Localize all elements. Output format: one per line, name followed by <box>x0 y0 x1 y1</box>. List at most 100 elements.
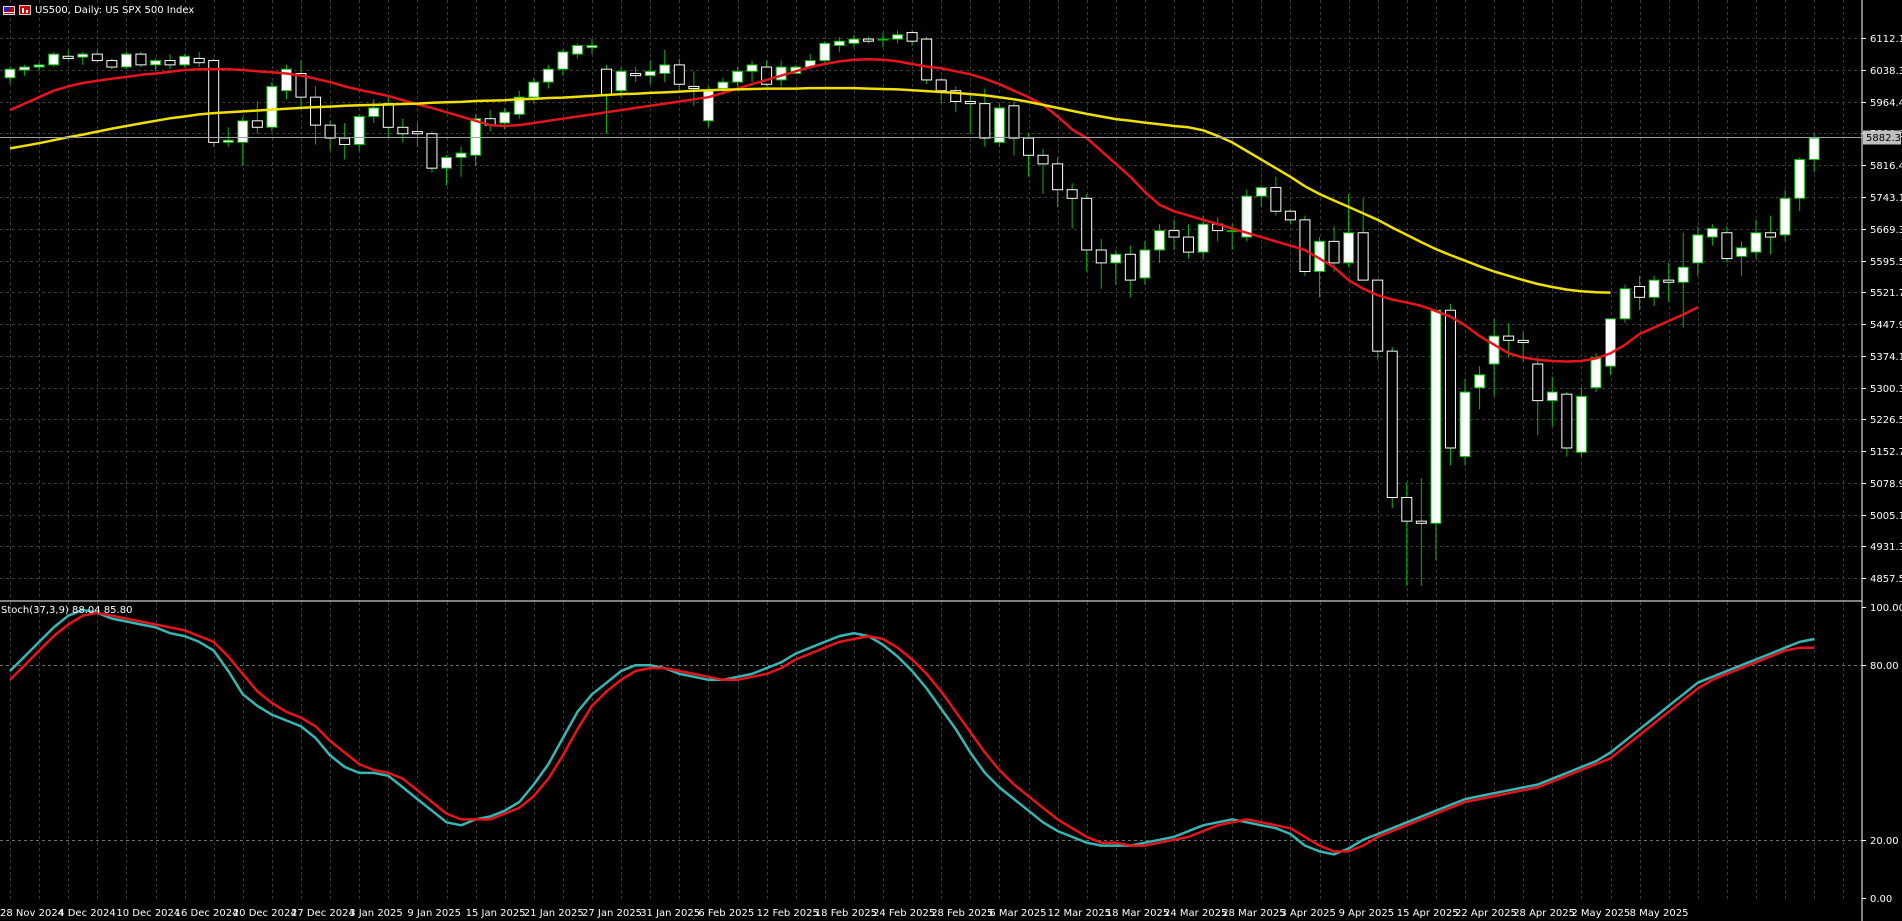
candle-body <box>1124 253 1136 281</box>
candle-body <box>819 42 831 62</box>
candle-body <box>1284 210 1296 221</box>
date-label: 3 Jan 2025 <box>349 908 403 919</box>
candle-body <box>732 70 743 83</box>
candle-body <box>659 64 671 74</box>
candle-body <box>353 116 365 146</box>
price-tick-label: 5964.4 <box>1870 98 1902 109</box>
date-label: 22 Apr 2025 <box>1455 908 1517 919</box>
candle-body <box>19 66 31 71</box>
candle-body <box>557 51 569 70</box>
date-label: 21 Jan 2025 <box>524 908 584 919</box>
candle-body <box>892 34 904 40</box>
candle-body <box>150 60 161 66</box>
stoch-tick-label: 20.00 <box>1870 836 1899 847</box>
price-tick-label: 4857.5 <box>1870 574 1902 585</box>
date-label: 2 May 2025 <box>1571 908 1630 919</box>
candle-body <box>455 152 467 158</box>
candle-body <box>91 53 103 62</box>
candle <box>1386 346 1398 509</box>
candle-body <box>688 85 700 90</box>
candle-body <box>1401 496 1413 522</box>
price-tick-label: 5447.9 <box>1870 320 1902 331</box>
date-label: 12 Mar 2025 <box>1048 908 1111 919</box>
candle-body <box>1255 187 1267 197</box>
candle-body <box>1735 247 1747 257</box>
candle-body <box>1561 393 1573 449</box>
candle-body <box>848 38 860 44</box>
candle-body <box>1474 374 1486 389</box>
candle-body <box>411 131 423 135</box>
candle-body <box>310 96 322 126</box>
date-label: 9 Apr 2025 <box>1339 908 1394 919</box>
date-label: 24 Mar 2025 <box>1164 908 1227 919</box>
candle-body <box>1386 350 1398 498</box>
date-label: 28 Feb 2025 <box>931 908 993 919</box>
candle-body <box>470 118 482 156</box>
candle-body <box>1634 286 1646 298</box>
price-tick-label: 5521.7 <box>1870 288 1902 299</box>
candle-body <box>120 53 132 68</box>
date-label: 6 Feb 2025 <box>698 908 754 919</box>
us-flag-icon <box>3 5 15 15</box>
candle-body <box>441 156 452 169</box>
date-label: 12 Feb 2025 <box>757 908 819 919</box>
candle-body <box>4 68 16 79</box>
candle-body <box>1590 357 1602 389</box>
candle-body <box>1037 154 1049 165</box>
date-label: 8 May 2025 <box>1630 908 1689 919</box>
date-label: 24 Feb 2025 <box>873 908 935 919</box>
candle <box>819 41 831 63</box>
price-tick-label: 5595.5 <box>1870 257 1902 268</box>
candle-body <box>542 68 554 83</box>
candle-body <box>1765 232 1777 238</box>
candle <box>266 82 278 132</box>
candle-body <box>237 120 249 143</box>
candle-body <box>1692 234 1704 264</box>
candle-body <box>1270 187 1282 212</box>
candle-body <box>673 64 685 85</box>
candle-body <box>1750 232 1762 253</box>
chart-window[interactable]: 6112.16038.35964.45890.65816.45743.15669… <box>0 0 1902 921</box>
candle-body <box>1153 230 1165 251</box>
candle <box>120 51 132 70</box>
candle-body <box>1357 232 1369 281</box>
candle-body <box>324 124 336 139</box>
candle-body <box>135 53 147 66</box>
candle-body <box>62 55 74 59</box>
candle-body <box>251 120 263 128</box>
chart-canvas[interactable]: 6112.16038.35964.45890.65816.45743.15669… <box>0 0 1902 921</box>
candle-body <box>193 57 205 64</box>
date-label: 27 Jan 2025 <box>582 908 642 919</box>
candle-body <box>601 68 613 96</box>
candle-body <box>935 79 947 92</box>
candle <box>1444 303 1456 466</box>
date-label: 28 Apr 2025 <box>1513 908 1575 919</box>
price-tick-label: 4931.3 <box>1870 542 1902 553</box>
candle-body <box>1779 197 1791 236</box>
candle-body <box>1444 309 1456 449</box>
chart-type-icon[interactable] <box>19 5 31 15</box>
date-label: 28 Mar 2025 <box>1222 908 1285 919</box>
chart-header: US500, Daily: US SPX 500 Index <box>0 0 194 20</box>
candle <box>1605 318 1616 375</box>
candle-body <box>1372 279 1384 352</box>
stoch-tick-label: 100.00 <box>1870 603 1902 614</box>
candle-body <box>630 72 642 77</box>
candle <box>993 103 1005 147</box>
candle-body <box>1110 253 1122 264</box>
candle-body <box>1023 137 1034 156</box>
price-tick-label: 5816.4 <box>1870 161 1902 172</box>
candle-body <box>1575 395 1587 453</box>
candle <box>1430 309 1442 560</box>
candle-body <box>921 38 933 81</box>
candle-body <box>1503 335 1515 341</box>
date-label: 4 Dec 2024 <box>58 908 116 919</box>
candle <box>921 36 933 85</box>
price-tick-label: 6112.1 <box>1870 34 1902 45</box>
candle <box>1575 387 1587 457</box>
price-tick-label: 5374.1 <box>1870 352 1902 363</box>
candle-body <box>339 137 351 146</box>
candle-body <box>1532 363 1544 402</box>
stoch-indicator-title: Stoch(37,3,9) 88.04 85.80 <box>1 605 133 616</box>
date-label: 16 Dec 2024 <box>175 908 239 919</box>
